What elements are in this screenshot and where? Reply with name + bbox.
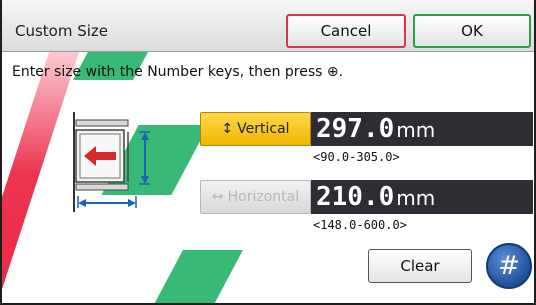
horizontal-label: Horizontal — [227, 189, 300, 205]
vertical-arrow-icon: ↕ — [221, 121, 234, 137]
horizontal-unit: mm — [396, 186, 436, 210]
vertical-value: 297.0 — [316, 114, 395, 144]
vertical-value-display: 297.0 mm — [311, 112, 533, 146]
title-bar: Custom Size Cancel OK — [2, 0, 534, 52]
vertical-unit: mm — [396, 118, 436, 142]
horizontal-arrow-icon: ↔ — [211, 189, 224, 205]
custom-size-dialog: Custom Size Cancel OK Enter size with th… — [0, 0, 536, 305]
instruction-text: Enter size with the Number keys, then pr… — [12, 64, 344, 80]
horizontal-value-display: 210.0 mm — [311, 180, 533, 214]
hash-key-button[interactable]: # — [486, 243, 532, 289]
vertical-range: <90.0-305.0> — [313, 150, 400, 164]
horizontal-range: <148.0-600.0> — [313, 218, 407, 232]
ok-button[interactable]: OK — [413, 14, 531, 48]
clear-button[interactable]: Clear — [368, 249, 472, 283]
paper-tray-icon — [73, 112, 150, 212]
dialog-title: Custom Size — [15, 22, 109, 40]
cancel-button[interactable]: Cancel — [286, 14, 406, 48]
watermark-stripe-green — [151, 250, 243, 303]
horizontal-field-button[interactable]: ↔ Horizontal — [200, 180, 311, 214]
horizontal-value: 210.0 — [316, 182, 395, 212]
vertical-field-button[interactable]: ↕ Vertical — [200, 112, 311, 146]
vertical-label: Vertical — [237, 121, 290, 137]
